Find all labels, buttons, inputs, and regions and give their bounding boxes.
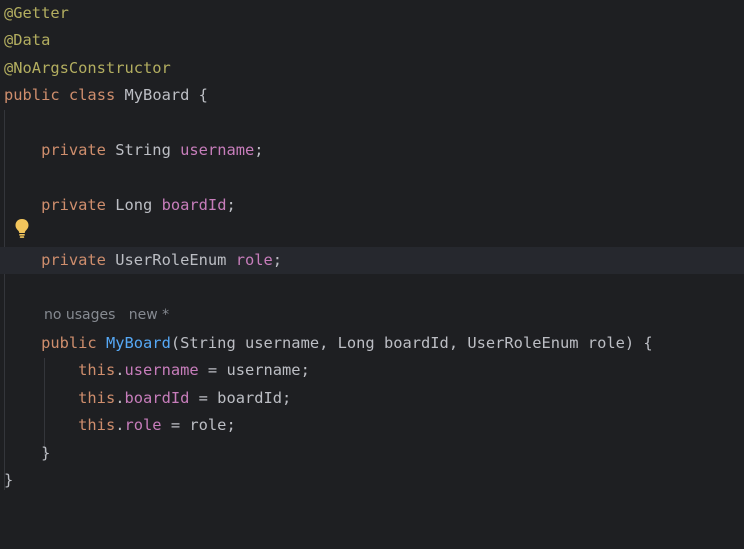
assignment: = role; [161,416,236,435]
keyword-private: private [41,141,106,159]
usages-hint[interactable]: no usages [44,307,115,323]
constructor-params: (String username, Long boardId, UserRole… [170,334,653,352]
code-editor[interactable]: @Getter @Data @NoArgsConstructor public … [0,0,744,500]
code-line-6[interactable]: private String username; [0,137,744,164]
field-role: role [235,250,273,269]
keyword-private: private [41,250,106,269]
code-line-14[interactable]: this.boardId = boardId; [0,385,744,412]
code-line-4[interactable]: public class MyBoard { [0,82,744,109]
semicolon: ; [226,196,236,214]
assignment: = username; [198,361,310,380]
keyword-this: this [78,388,116,407]
close-brace: } [41,443,51,462]
close-brace: } [4,471,14,489]
keyword-private: private [41,196,106,214]
code-line-17[interactable]: } [0,467,744,494]
type-name: String [115,141,171,159]
constructor-name: MyBoard [105,334,171,352]
code-line-15[interactable]: this.role = role; [0,412,744,439]
keyword-this: this [78,361,116,380]
code-line-12[interactable]: public MyBoard(String username, Long boa… [0,330,744,357]
keyword-public: public [41,334,97,352]
author-hint[interactable]: new * [129,307,169,323]
keyword-class: class [68,86,116,105]
type-name: UserRoleEnum [115,250,227,269]
field-username-ref: username [124,361,199,380]
code-line-2[interactable]: @Data [0,27,744,54]
annotation-getter: @Getter [4,4,69,22]
semicolon: ; [272,250,283,269]
keyword-public: public [4,86,60,105]
code-line-16[interactable]: } [0,440,744,467]
code-line-3[interactable]: @NoArgsConstructor [0,55,744,82]
field-boardid: boardId [161,196,227,214]
code-line-13[interactable]: this.username = username; [0,357,744,384]
annotation-data: @Data [4,31,51,50]
field-username: username [180,141,255,159]
semicolon: ; [254,141,264,159]
code-line-10[interactable]: private UserRoleEnum role; [0,246,744,274]
lightbulb-icon[interactable] [14,218,30,240]
type-name: Long [115,196,153,214]
code-line-1[interactable]: @Getter [0,0,744,27]
field-role-ref: role [124,416,162,435]
inlay-hints: no usages new * [0,302,744,329]
assignment: = boardId; [189,388,292,407]
code-line-8[interactable]: private Long boardId; [0,192,744,219]
keyword-this: this [78,416,116,435]
open-brace: { [198,86,208,105]
annotation-noargs: @NoArgsConstructor [4,58,171,77]
class-name: MyBoard [124,86,190,105]
field-boardid-ref: boardId [124,388,190,407]
